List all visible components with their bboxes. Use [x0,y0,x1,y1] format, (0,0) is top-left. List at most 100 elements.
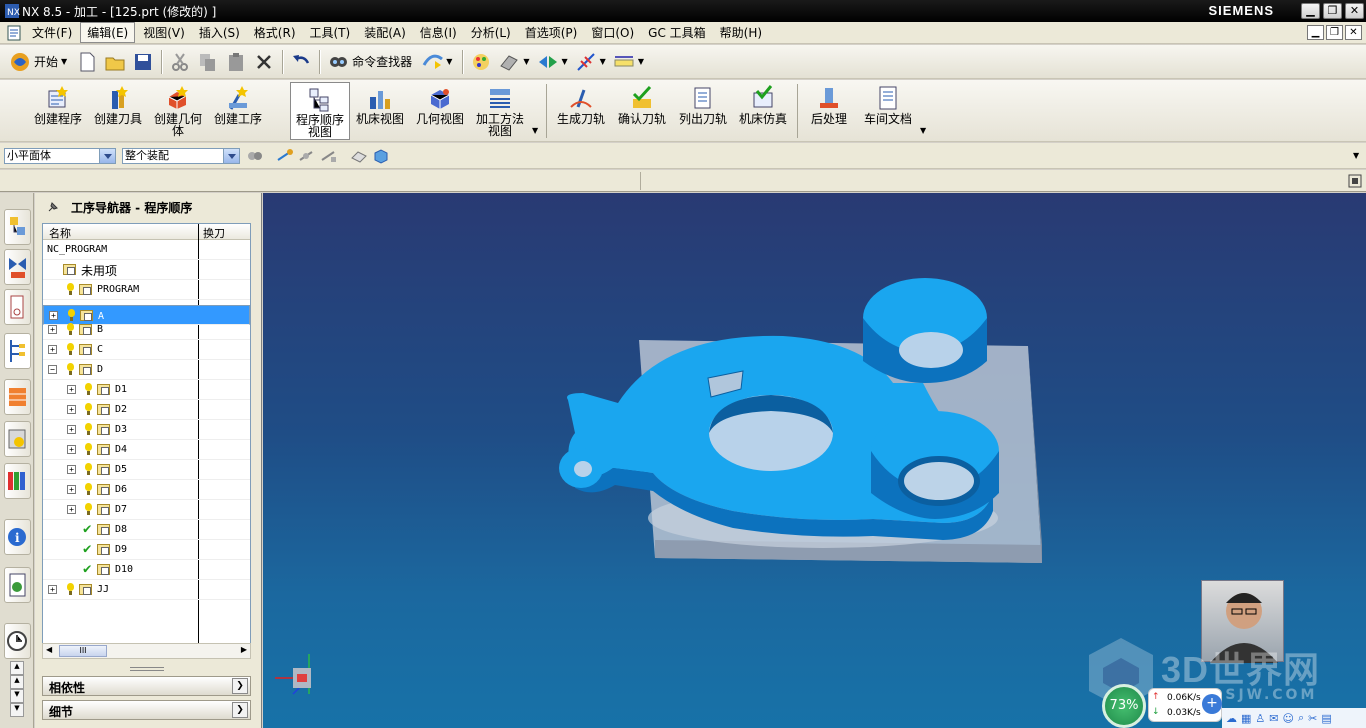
restore-button[interactable]: ❐ [1323,3,1342,19]
create-operation-button[interactable]: 创建工序 [210,82,266,140]
expand-icon[interactable]: + [67,505,76,514]
program-order-view-button[interactable]: 程序顺序视图 [290,82,350,140]
tree-row-d1[interactable]: + D1 [43,380,250,400]
dependency-section[interactable]: 相依性 ❯ [42,676,251,696]
cube-icon[interactable] [372,147,390,165]
paste-icon[interactable] [225,51,247,73]
geometry-view-button[interactable]: 几何视图 [412,82,468,140]
operation-navigator-tab[interactable] [4,333,31,369]
save-icon[interactable] [132,51,154,73]
delete-icon[interactable] [253,51,275,73]
snap-mid-icon[interactable] [298,148,316,164]
start-icon[interactable] [9,51,31,73]
menu-format[interactable]: 格式(R) [248,23,302,42]
snap-control-icon[interactable] [320,148,338,164]
mdi-restore-button[interactable]: ❐ [1326,25,1343,40]
new-file-icon[interactable] [76,51,98,73]
expand-icon[interactable]: + [67,465,76,474]
tree-row-d5[interactable]: + D5 [43,460,250,480]
machine-simulation-button[interactable]: 机床仿真 [735,82,791,140]
network-percent-badge[interactable]: 73% [1102,684,1146,728]
measure-dropdown-icon[interactable]: ▼ [638,57,644,66]
create-program-button[interactable]: 创建程序 [30,82,86,140]
view-orient-icon[interactable] [537,51,559,73]
assembly-navigator-tab[interactable] [4,209,31,245]
splitter-grip[interactable] [130,667,164,671]
toolbar-more-icon[interactable]: ▼ [1353,151,1359,160]
tree-row-d7[interactable]: + D7 [43,500,250,520]
machine-navigator-tab[interactable] [4,379,31,415]
menu-help[interactable]: 帮助(H) [714,23,768,42]
snap-dropdown-icon[interactable]: ▼ [600,57,606,66]
command-finder-button[interactable]: 命令查找器 [352,53,412,70]
menu-edit[interactable]: 编辑(E) [80,22,136,43]
expand-icon[interactable]: + [67,425,76,434]
tree-row-d10[interactable]: ✔ D10 [43,560,250,580]
pin-icon[interactable] [47,201,59,213]
group-dropdown-1-icon[interactable]: ▼ [532,126,538,135]
tree-row-d4[interactable]: + D4 [43,440,250,460]
tree-row-nc-program[interactable]: NC_PROGRAM [43,240,250,260]
copy-icon[interactable] [197,51,219,73]
start-button[interactable]: 开始 [34,53,58,70]
scroll-left-icon[interactable]: ◀ [46,645,52,654]
scroll-bottom-icon[interactable]: ▼ [10,703,24,717]
create-geometry-button[interactable]: 创建几何体 [150,82,206,140]
shaded-view-icon[interactable] [498,51,520,73]
collapse-icon[interactable]: − [48,365,57,374]
part-navigator-tab[interactable] [4,289,31,325]
search-icon[interactable]: ⌕ [1298,711,1304,725]
apps-icon[interactable]: ▤ [1321,712,1331,725]
tree-row-unused[interactable]: 未用项 [43,260,250,280]
snap-point-icon[interactable] [575,51,597,73]
undo-icon[interactable] [290,51,312,73]
scope-dropdown-icon[interactable] [223,149,239,163]
add-icon[interactable]: + [1202,694,1222,714]
mdi-minimize-button[interactable]: ▁ [1307,25,1324,40]
web-browser-tab[interactable] [4,567,31,603]
expand-icon[interactable]: + [67,485,76,494]
expand-icon[interactable]: + [67,385,76,394]
mail-icon[interactable]: ✉ [1269,712,1278,725]
resource-scroll[interactable]: ▲ ▲ ▼ ▼ [10,661,24,725]
touch-mode-icon[interactable] [421,51,444,73]
menu-assembly[interactable]: 装配(A) [358,23,412,42]
info-tab[interactable]: i [4,519,31,555]
tree-row-d6[interactable]: + D6 [43,480,250,500]
open-folder-icon[interactable] [104,51,126,73]
expand-icon[interactable]: + [48,325,57,334]
command-finder-icon[interactable] [327,51,349,73]
generate-toolpath-button[interactable]: 生成刀轨 [555,82,607,140]
expand-icon[interactable]: + [48,345,57,354]
orient-dropdown-icon[interactable]: ▼ [562,57,568,66]
view-dropdown-icon[interactable]: ▼ [523,57,529,66]
type-filter-select[interactable]: 小平面体 [4,148,116,164]
chevron-down-icon[interactable]: ❯ [232,702,248,718]
tree-row-d2[interactable]: + D2 [43,400,250,420]
start-dropdown-icon[interactable]: ▼ [61,57,67,66]
tree-row-jj[interactable]: + JJ [43,580,250,600]
scroll-thumb[interactable]: III [59,645,107,657]
column-name-header[interactable]: 名称 [49,225,71,241]
tree-row-d3[interactable]: + D3 [43,420,250,440]
menu-gc-toolbox[interactable]: GC 工具箱 [642,23,712,42]
scroll-right-icon[interactable]: ▶ [241,645,247,654]
details-section[interactable]: 细节 ❯ [42,700,251,720]
fit-window-icon[interactable] [1347,173,1363,189]
post-process-button[interactable]: 后处理 [804,82,854,140]
reuse-library-tab[interactable] [4,421,31,457]
palette-icon[interactable] [470,51,492,73]
roles-tab[interactable] [4,463,31,499]
create-tool-button[interactable]: 创建刀具 [90,82,146,140]
constraint-navigator-tab[interactable] [4,249,31,285]
menu-file[interactable]: 文件(F) [26,23,78,42]
mdi-close-button[interactable]: ✕ [1345,25,1362,40]
machine-tool-view-button[interactable]: 机床视图 [354,82,406,140]
menu-window[interactable]: 窗口(O) [585,23,640,42]
tree-row-program[interactable]: PROGRAM [43,280,250,300]
assembly-filter-icon[interactable] [246,148,264,164]
tree-row-d9[interactable]: ✔ D9 [43,540,250,560]
column-tool-change-header[interactable]: 换刀 [203,225,225,241]
machining-method-view-button[interactable]: 加工方法视图 [472,82,528,140]
eraser-icon[interactable] [350,148,368,164]
